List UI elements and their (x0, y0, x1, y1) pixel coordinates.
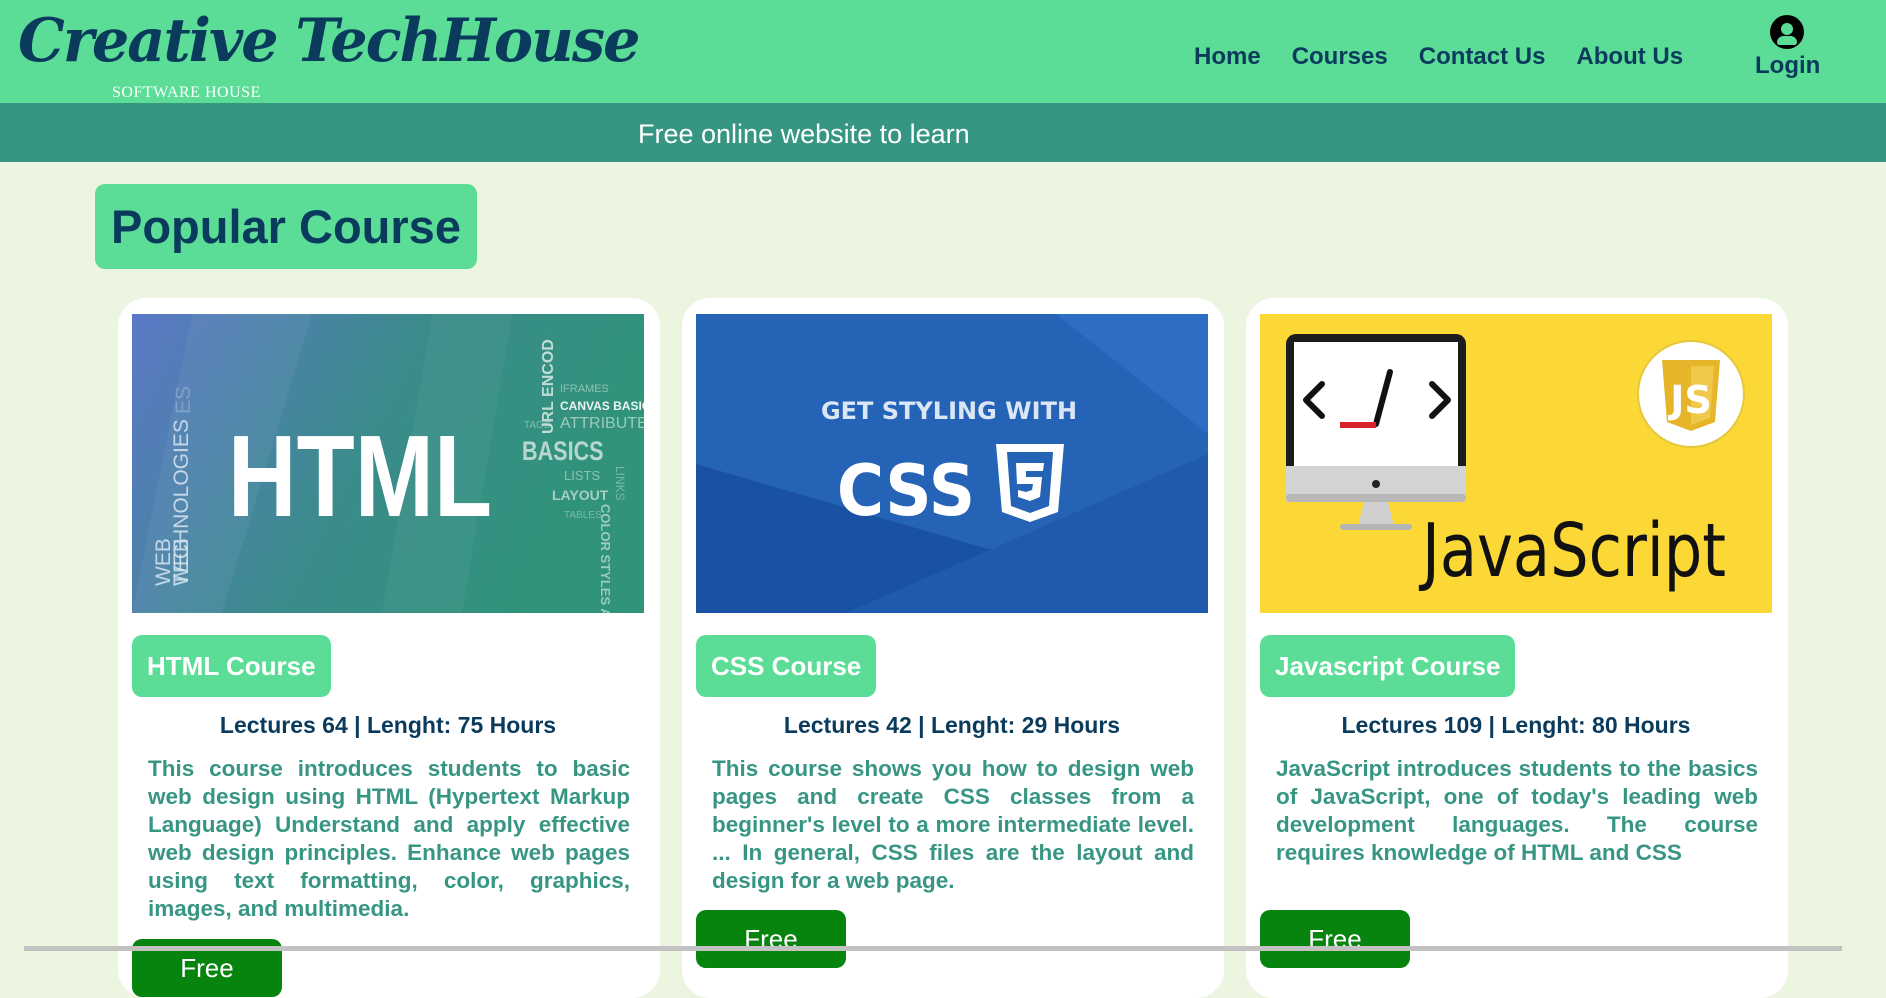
course-meta-javascript: Lectures 109 | Lenght: 80 Hours (1341, 712, 1691, 738)
svg-text:TABLES: TABLES (564, 510, 602, 521)
horizontal-scrollbar[interactable] (24, 946, 1842, 951)
svg-text:ATTRIBUTES: ATTRIBUTES (560, 415, 644, 432)
nav-contact-us[interactable]: Contact Us (1419, 43, 1546, 71)
course-meta-html: Lectures 64 | Lenght: 75 Hours (219, 712, 557, 738)
course-card-javascript: JS JavaScript Javascript Course Lectures… (1246, 298, 1788, 998)
course-image-html: HTML WEB WEB TECHNOLOGIES ES URL ENCOD I… (132, 314, 644, 613)
svg-text:TAGS: TAGS (524, 420, 551, 431)
course-title-html[interactable]: HTML Course (132, 635, 331, 697)
nav-courses[interactable]: Courses (1292, 43, 1388, 71)
course-card-html: HTML WEB WEB TECHNOLOGIES ES URL ENCOD I… (118, 298, 660, 998)
svg-text:COLOR STYLES AND: COLOR STYLES AND (598, 504, 613, 613)
free-button-css[interactable]: Free (696, 910, 846, 968)
course-title-javascript[interactable]: Javascript Course (1260, 635, 1516, 697)
login-button[interactable]: Login (1755, 15, 1821, 80)
course-meta-css: Lectures 42 | Lenght: 29 Hours (783, 712, 1121, 738)
js-badge-icon: JS (1637, 340, 1745, 448)
site-header: Creative TechHouse SOFTWARE HOUSE Home C… (0, 0, 1886, 103)
course-title-css[interactable]: CSS Course (696, 635, 877, 697)
course-description-javascript: JavaScript introduces students to the ba… (1276, 756, 1758, 865)
javascript-image-main-text: JavaScript (1418, 507, 1726, 593)
monitor-icon (1286, 334, 1466, 530)
course-description-css: This course shows you how to design web … (712, 756, 1194, 893)
banner-text: Free online website to learn (638, 119, 970, 149)
course-description-html: This course introduces students to basic… (148, 756, 630, 921)
nav-about-us[interactable]: About Us (1576, 43, 1683, 71)
main-nav: Home Courses Contact Us About Us (1194, 43, 1714, 71)
course-image-css: GET STYLING WITH CSS (696, 314, 1208, 613)
course-image-javascript: JS JavaScript (1260, 314, 1772, 613)
svg-text:JS: JS (1667, 378, 1712, 422)
login-label: Login (1755, 52, 1821, 79)
banner: Free online website to learn (0, 103, 1886, 162)
logo-subtitle: SOFTWARE HOUSE (112, 84, 261, 101)
css3-shield-icon (996, 444, 1064, 522)
free-button-javascript[interactable]: Free (1260, 910, 1410, 968)
svg-text:BASICS: BASICS (522, 437, 604, 467)
svg-text:LINKS: LINKS (613, 466, 627, 501)
logo[interactable]: Creative TechHouse (18, 6, 641, 76)
course-card-css: GET STYLING WITH CSS CSS Course Lectures… (682, 298, 1224, 998)
section-title: Popular Course (95, 184, 477, 269)
html-image-main-text: HTML (228, 412, 492, 541)
svg-text:TECHNOLOGIES: TECHNOLOGIES (170, 419, 193, 586)
svg-text:LISTS: LISTS (564, 468, 600, 483)
svg-text:ES: ES (172, 386, 195, 414)
css-image-headline: GET STYLING WITH (821, 397, 1077, 425)
css-image-main-text: CSS (837, 450, 975, 531)
svg-text:CANVAS BASICS: CANVAS BASICS (560, 399, 644, 413)
svg-text:LAYOUT: LAYOUT (552, 487, 609, 503)
svg-text:IFRAMES: IFRAMES (560, 383, 609, 395)
nav-home[interactable]: Home (1194, 43, 1261, 71)
user-avatar-icon (1770, 15, 1804, 49)
